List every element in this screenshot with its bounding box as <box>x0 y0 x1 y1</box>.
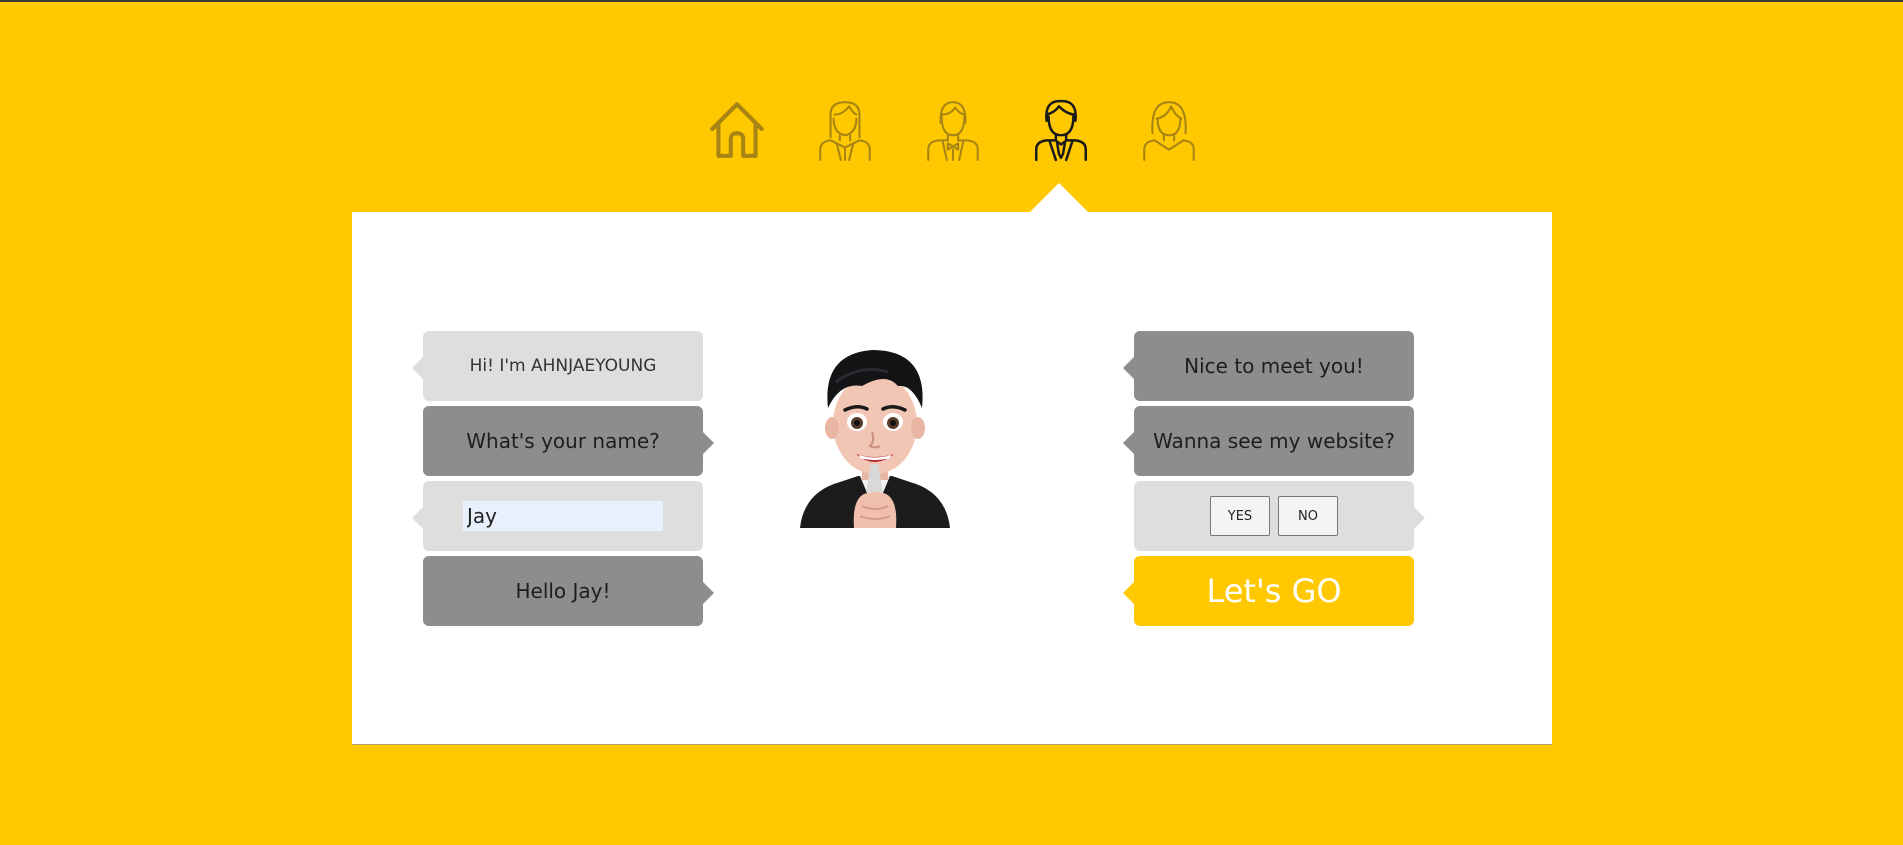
lets-go-label: Let's GO <box>1206 572 1342 610</box>
profile-nav <box>0 94 1903 164</box>
woman-short-hair-icon <box>1143 101 1195 161</box>
lets-go-button[interactable]: Let's GO <box>1123 556 1414 626</box>
nice-bubble: Nice to meet you! <box>1123 331 1414 401</box>
intro-bubble: Hi! I'm AHNJAEYOUNG <box>412 331 703 401</box>
nav-home[interactable] <box>702 94 772 164</box>
name-input[interactable] <box>463 501 663 531</box>
avatar <box>800 350 950 528</box>
nav-profile-man-bowtie[interactable] <box>918 94 988 164</box>
nav-profile-woman[interactable] <box>810 94 880 164</box>
yes-button[interactable]: YES <box>1210 496 1270 536</box>
nice-text: Nice to meet you! <box>1184 354 1364 378</box>
profile-panel <box>352 212 1552 744</box>
nav-profile-woman-short[interactable] <box>1134 94 1204 164</box>
name-bubble <box>412 481 703 551</box>
website-question-text: Wanna see my website? <box>1153 429 1395 453</box>
active-tab-pointer <box>1029 183 1089 213</box>
greeting-text: Hello Jay! <box>515 579 611 603</box>
home-icon <box>710 102 764 158</box>
greeting-bubble: Hello Jay! <box>423 556 714 626</box>
intro-text: Hi! I'm AHNJAEYOUNG <box>469 356 657 376</box>
top-border <box>0 0 1903 2</box>
man-bowtie-icon <box>927 101 979 161</box>
question-text: What's your name? <box>466 429 660 453</box>
nav-profile-man-suit[interactable] <box>1026 94 1096 164</box>
no-button[interactable]: NO <box>1278 496 1338 536</box>
woman-icon <box>819 101 871 161</box>
choice-bubble: YES NO <box>1134 481 1425 551</box>
question-bubble: What's your name? <box>423 406 714 476</box>
website-question-bubble: Wanna see my website? <box>1123 406 1414 476</box>
man-suit-icon <box>1035 99 1087 162</box>
